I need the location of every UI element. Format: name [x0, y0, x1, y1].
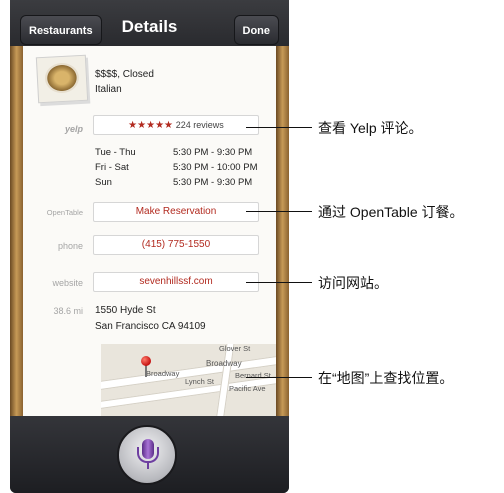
location-map[interactable]: Glover St Broadway Broadway Bernard St L…	[101, 344, 276, 416]
microphone-icon-stand	[147, 463, 149, 469]
map-street-label: Bernard St	[235, 371, 271, 380]
callout-yelp: 查看 Yelp 评论。	[318, 120, 423, 136]
hours-days: Tue - Thu Fri - Sat Sun	[95, 145, 136, 190]
make-reservation-button[interactable]: Make Reservation	[93, 202, 259, 222]
callout-opentable: 通过 OpenTable 订餐。	[318, 204, 464, 220]
hours-times: 5:30 PM - 9:30 PM 5:30 PM - 10:00 PM 5:3…	[173, 145, 257, 190]
yelp-logo: yelp	[64, 124, 83, 134]
price-status: $$$$, Closed	[95, 69, 154, 80]
wood-frame-left	[10, 46, 23, 416]
hours-day: Fri - Sat	[95, 162, 129, 173]
yelp-reviews-button[interactable]: ★★★★★ 224 reviews	[93, 115, 259, 135]
hours-time: 5:30 PM - 9:30 PM	[173, 177, 253, 188]
website-label: website	[52, 278, 83, 288]
map-road	[214, 344, 236, 416]
hours-day: Tue - Thu	[95, 147, 136, 158]
map-street-label: Broadway	[206, 359, 242, 368]
siri-microphone-button[interactable]	[117, 425, 177, 485]
hours-day: Sun	[95, 177, 112, 188]
food-plate-image	[44, 62, 80, 94]
map-pin-icon[interactable]	[141, 356, 151, 366]
phone-screen: Restaurants Details Done $$$$, Closed It…	[10, 0, 289, 493]
restaurant-details-card: $$$$, Closed Italian yelp ★★★★★ 224 revi…	[23, 46, 276, 416]
hours-time: 5:30 PM - 9:30 PM	[173, 147, 253, 158]
callout-line-map	[246, 377, 312, 378]
callout-line-yelp	[246, 127, 312, 128]
map-street-label: Lynch St	[185, 377, 214, 386]
callout-line-opentable	[246, 211, 312, 212]
map-street-label: Broadway	[146, 369, 180, 378]
address-line1: 1550 Hyde St	[95, 305, 156, 316]
wood-frame-right	[276, 46, 289, 416]
callout-map: 在“地图”上查找位置。	[318, 370, 454, 386]
address-line2: San Francisco CA 94109	[95, 321, 206, 332]
rating-stars: ★★★★★	[128, 120, 173, 131]
callout-website: 访问网站。	[318, 275, 388, 291]
map-street-label: Glover St	[219, 344, 251, 353]
map-pin-stick	[145, 365, 147, 377]
map-street-label: Pacific Ave	[229, 384, 266, 393]
phone-label: phone	[57, 241, 83, 251]
distance-label: 38.6 mi	[53, 306, 83, 316]
callout-line-website	[246, 282, 312, 283]
cuisine: Italian	[95, 84, 122, 95]
review-count: 224 reviews	[175, 120, 224, 130]
hours-time: 5:30 PM - 10:00 PM	[173, 162, 258, 173]
opentable-logo: OpenTable	[46, 208, 83, 217]
phone-button[interactable]: (415) 775-1550	[93, 235, 259, 255]
website-link[interactable]: sevenhillssf.com	[93, 272, 259, 292]
microphone-icon-arc	[137, 447, 159, 463]
restaurant-photo[interactable]	[35, 54, 89, 104]
done-button[interactable]: Done	[233, 15, 279, 45]
